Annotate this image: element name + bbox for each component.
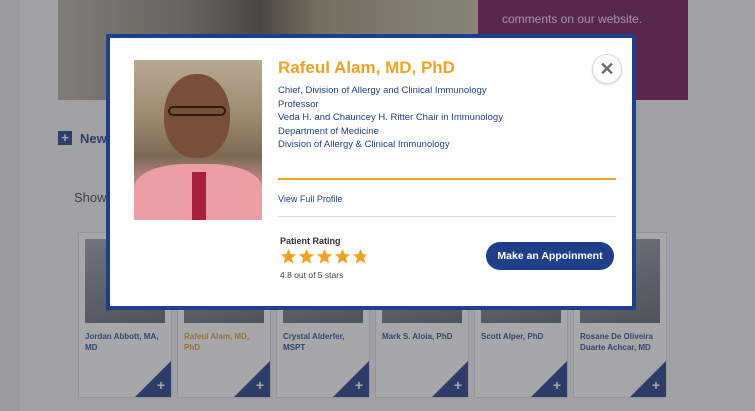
provider-modal: Rafeul Alam, MD, PhD Chief, Division of … [106,34,636,310]
title-line[interactable]: Veda H. and Chauncey H. Ritter Chair in … [278,111,503,125]
provider-photo [134,60,262,220]
star-icon [298,248,315,264]
make-appointment-button[interactable]: Make an Appoinment [486,242,614,270]
star-icon [334,248,351,264]
title-line[interactable]: Chief, Division of Allergy and Clinical … [278,84,503,98]
rating-label: Patient Rating [280,236,341,246]
close-icon: ✕ [599,58,615,79]
provider-name: Rafeul Alam, MD, PhD [278,58,455,77]
star-icon [352,248,369,264]
star-icon [316,248,333,264]
view-full-profile-link[interactable]: View Full Profile [278,194,342,204]
title-line[interactable]: Division of Allergy & Clinical Immunolog… [278,138,503,152]
title-line[interactable]: Department of Medicine [278,125,503,139]
divider [278,216,616,217]
divider [278,178,616,180]
rating-text: 4.8 out of 5 stars [280,270,344,280]
provider-titles: Chief, Division of Allergy and Clinical … [278,84,503,152]
close-button[interactable]: ✕ [592,54,622,84]
title-line[interactable]: Professor [278,98,503,112]
star-rating [280,248,369,265]
star-icon [280,248,297,264]
